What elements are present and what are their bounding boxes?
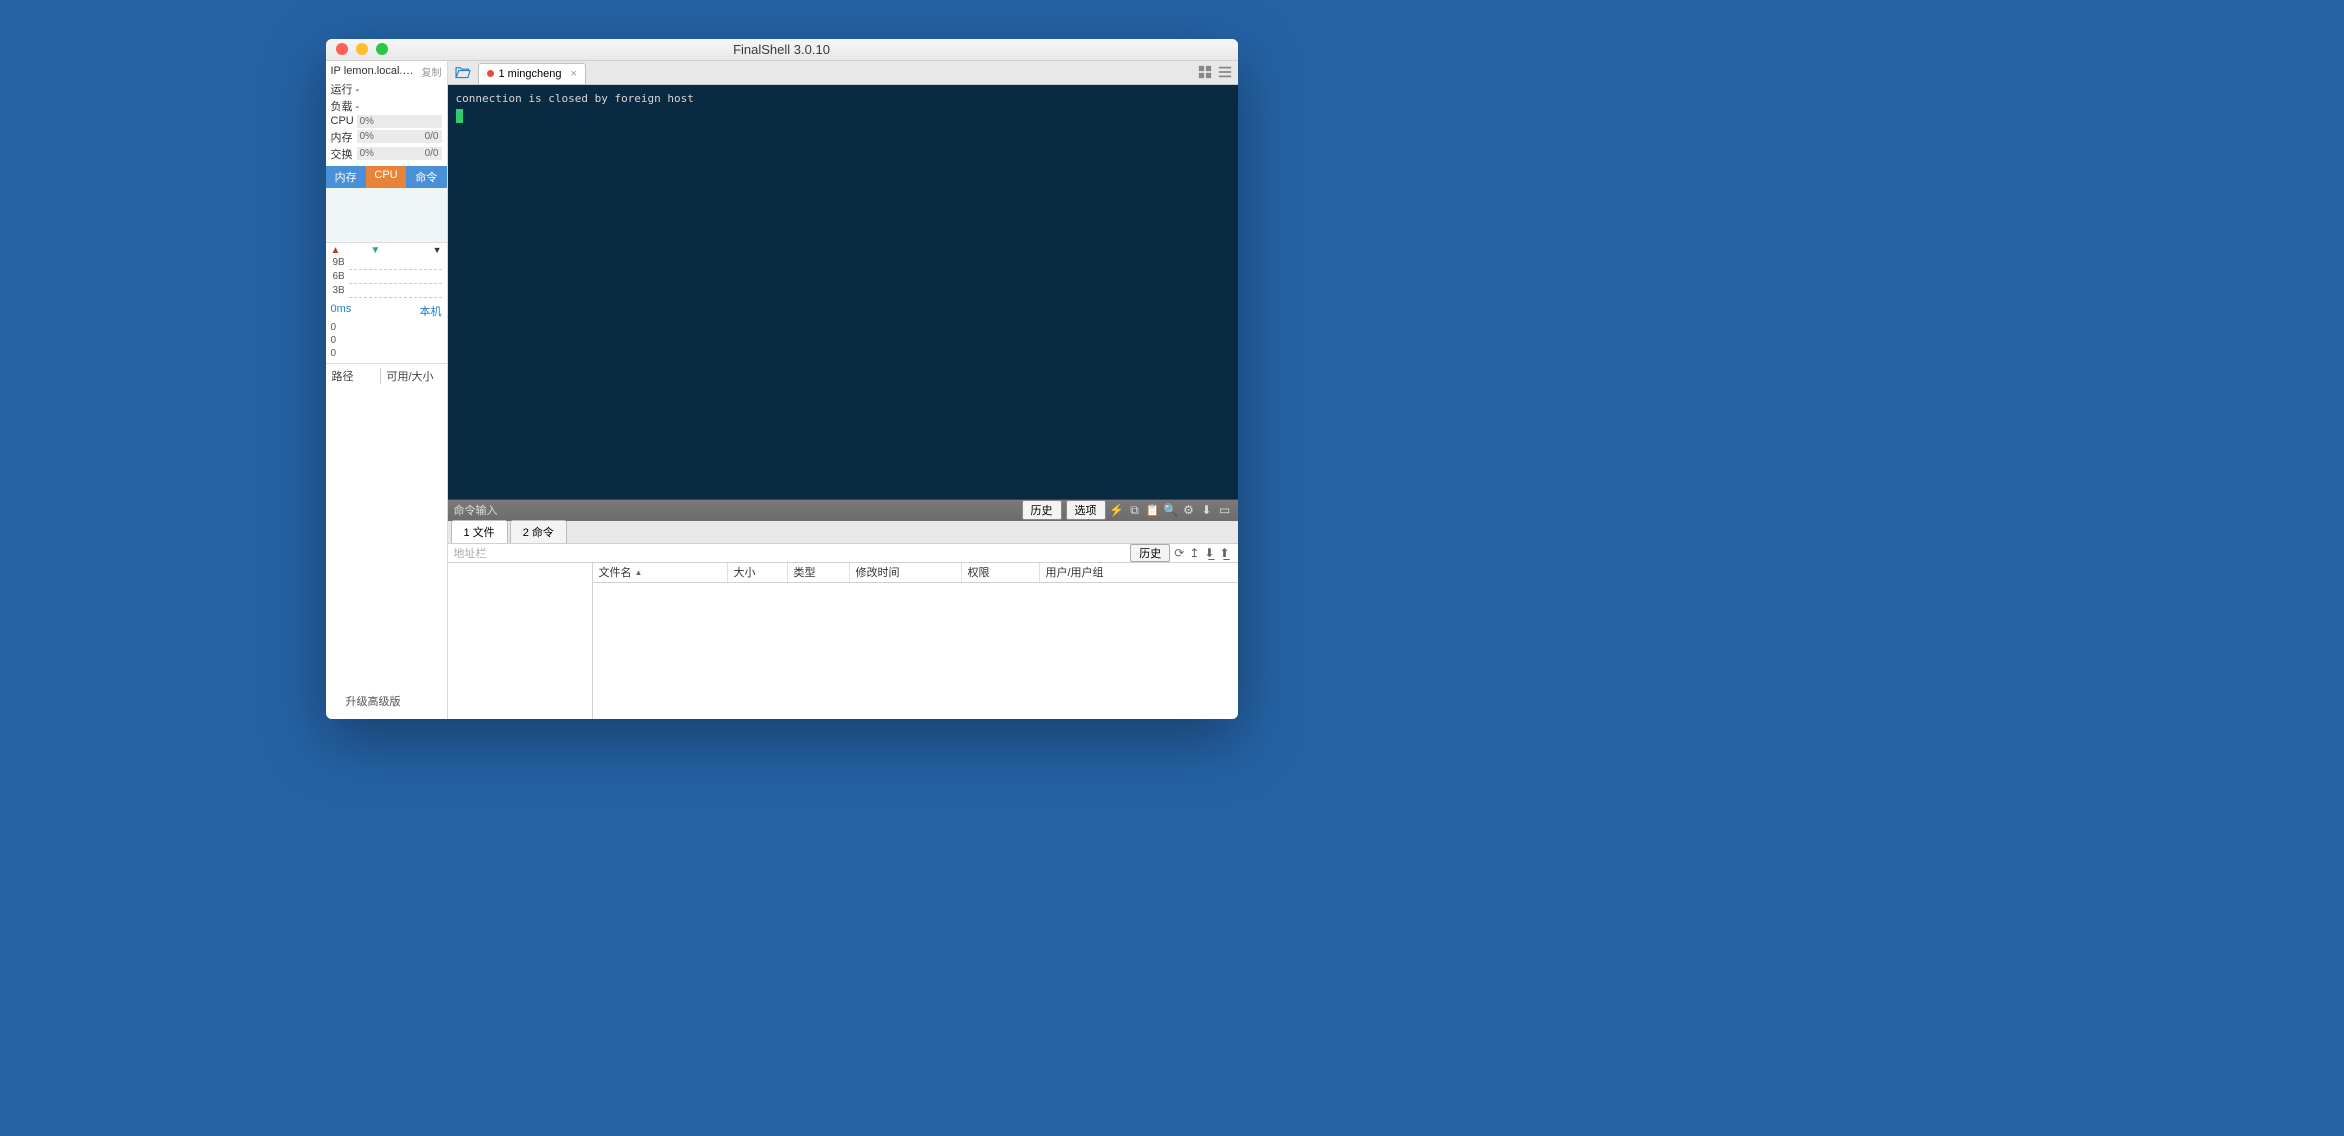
command-input[interactable]: 命令输入 — [454, 502, 1018, 518]
cpu-label: CPU — [331, 115, 355, 127]
list-view-icon[interactable] — [1218, 65, 1232, 79]
mem-bar: 0% 0/0 — [357, 130, 442, 143]
sidebar-stats: IP lemon.local.qq.c... 复制 运行 - 负载 - CPU … — [326, 61, 447, 166]
disk-col-path[interactable]: 路径 — [332, 368, 380, 384]
disk-header: 路径 可用/大小 — [326, 364, 447, 388]
run-line: 运行 - — [331, 81, 442, 97]
upload-file-icon[interactable]: ⬆̲ — [1219, 546, 1229, 560]
terminal[interactable]: connection is closed by foreign host — [448, 85, 1238, 499]
ping-scale-1: 0 — [331, 334, 442, 347]
titlebar: FinalShell 3.0.10 — [326, 39, 1238, 61]
file-table-header: 文件名▲ 大小 类型 修改时间 权限 用户/用户组 — [593, 563, 1238, 583]
window-title: FinalShell 3.0.10 — [326, 42, 1238, 57]
file-panel: 文件名▲ 大小 类型 修改时间 权限 用户/用户组 — [448, 563, 1238, 719]
disk-panel: 路径 可用/大小 — [326, 363, 447, 388]
ping-host[interactable]: 本机 — [420, 303, 442, 319]
tab-files[interactable]: 1 文件 — [451, 520, 508, 543]
address-history-button[interactable]: 历史 — [1130, 544, 1170, 562]
options-button[interactable]: 选项 — [1066, 500, 1106, 520]
tab-cmd[interactable]: 命令 — [406, 166, 446, 188]
close-tab-icon[interactable]: × — [571, 68, 577, 80]
gear-icon[interactable]: ⚙ — [1182, 503, 1196, 517]
ping-scale-0: 0 — [331, 321, 442, 334]
net-scale-9b: 9B — [331, 256, 442, 269]
monitor-chart — [326, 188, 447, 243]
sidebar: IP lemon.local.qq.c... 复制 运行 - 负载 - CPU … — [326, 61, 448, 719]
main-panel: 1 mingcheng × connection is closed by fo… — [448, 61, 1238, 719]
col-type[interactable]: 类型 — [788, 563, 850, 582]
terminal-line: connection is closed by foreign host — [456, 91, 1230, 107]
app-window: FinalShell 3.0.10 IP lemon.local.qq.c...… — [326, 39, 1238, 719]
mem-label: 内存 — [331, 129, 355, 145]
terminal-cursor — [456, 109, 463, 123]
copy-button[interactable]: 复制 — [422, 64, 442, 79]
monitor-tabs: 内存 CPU 命令 — [326, 166, 447, 188]
open-folder-button[interactable] — [448, 61, 478, 84]
swap-value: 0% — [360, 148, 374, 159]
address-icons: ⟳ ↥ ⬇̲ ⬆̲ — [1174, 546, 1237, 560]
ping-scale-2: 0 — [331, 347, 442, 360]
mem-row: 内存 0% 0/0 — [331, 129, 442, 145]
command-bar: 命令输入 历史 选项 ⚡ ⧉ 📋 🔍 ⚙ ⬇ ▭ — [448, 499, 1238, 521]
load-line: 负载 - — [331, 98, 442, 114]
swap-row: 交换 0% 0/0 — [331, 146, 442, 162]
col-perm[interactable]: 权限 — [962, 563, 1040, 582]
ping-scale: 0 0 0 — [326, 321, 447, 363]
disk-col-size[interactable]: 可用/大小 — [380, 368, 441, 384]
net-scale-3b: 3B — [331, 284, 442, 297]
network-panel: ▲ ▼ ▼ 9B 6B 3B — [326, 243, 447, 300]
tabbar-right — [1198, 61, 1238, 84]
address-input[interactable]: 地址栏 — [448, 545, 1131, 561]
ping-row: 0ms 本机 — [326, 300, 447, 321]
swap-bar: 0% 0/0 — [357, 147, 442, 160]
download-file-icon[interactable]: ⬇̲ — [1204, 546, 1214, 560]
swap-label: 交换 — [331, 146, 355, 162]
refresh-icon[interactable]: ⟳ — [1174, 546, 1184, 560]
net-head: ▲ ▼ ▼ — [331, 245, 442, 256]
copy-icon[interactable]: ⧉ — [1128, 503, 1142, 517]
up-icon[interactable]: ↥ — [1189, 546, 1199, 560]
command-icons: ⚡ ⧉ 📋 🔍 ⚙ ⬇ ▭ — [1110, 503, 1232, 517]
download-icon[interactable]: ⬇ — [1200, 503, 1214, 517]
upgrade-link[interactable]: 升级高级版 — [326, 687, 447, 719]
mem-value: 0% — [360, 131, 374, 142]
tab-cpu[interactable]: CPU — [366, 166, 406, 188]
col-mtime[interactable]: 修改时间 — [850, 563, 962, 582]
swap-ratio: 0/0 — [425, 148, 439, 159]
folder-open-icon — [454, 65, 472, 79]
mem-ratio: 0/0 — [425, 131, 439, 142]
download-icon: ▼ — [370, 245, 380, 256]
cpu-row: CPU 0% — [331, 115, 442, 128]
tabbar: 1 mingcheng × — [448, 61, 1238, 85]
bottom-tabs: 1 文件 2 命令 — [448, 521, 1238, 543]
connection-tab-label: 1 mingcheng — [499, 68, 562, 80]
history-button[interactable]: 历史 — [1022, 500, 1062, 520]
address-bar: 地址栏 历史 ⟳ ↥ ⬇̲ ⬆̲ — [448, 543, 1238, 563]
search-icon[interactable]: 🔍 — [1164, 503, 1178, 517]
tab-memory[interactable]: 内存 — [326, 166, 366, 188]
net-dropdown-icon[interactable]: ▼ — [433, 245, 442, 255]
grid-view-icon[interactable] — [1198, 65, 1212, 79]
col-filename[interactable]: 文件名▲ — [593, 563, 728, 582]
ip-row: IP lemon.local.qq.c... 复制 — [331, 64, 442, 79]
bolt-icon[interactable]: ⚡ — [1110, 503, 1124, 517]
body: IP lemon.local.qq.c... 复制 运行 - 负载 - CPU … — [326, 61, 1238, 719]
col-filename-label: 文件名 — [599, 564, 632, 580]
connection-tab[interactable]: 1 mingcheng × — [478, 63, 586, 84]
ip-label: IP lemon.local.qq.c... — [331, 65, 419, 77]
status-dot-icon — [487, 70, 494, 77]
paste-icon[interactable]: 📋 — [1146, 503, 1160, 517]
cpu-bar: 0% — [357, 115, 442, 128]
cpu-value: 0% — [360, 116, 374, 127]
col-owner[interactable]: 用户/用户组 — [1040, 563, 1238, 582]
col-size[interactable]: 大小 — [728, 563, 788, 582]
sort-asc-icon: ▲ — [635, 568, 643, 577]
net-scale-6b: 6B — [331, 270, 442, 283]
tab-commands[interactable]: 2 命令 — [510, 520, 567, 543]
upload-icon: ▲ — [331, 245, 341, 256]
file-tree[interactable] — [448, 563, 593, 719]
ping-ms: 0ms — [331, 303, 352, 319]
fullscreen-icon[interactable]: ▭ — [1218, 503, 1232, 517]
file-table: 文件名▲ 大小 类型 修改时间 权限 用户/用户组 — [593, 563, 1238, 719]
